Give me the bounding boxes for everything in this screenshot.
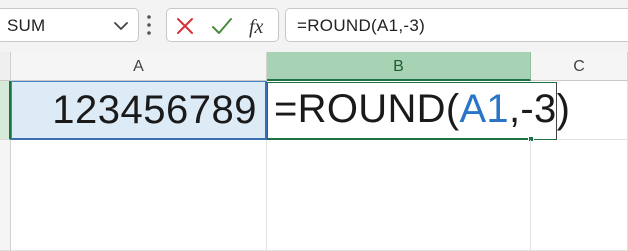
cell-b1-formula: =ROUND(A1,-3): [274, 87, 570, 132]
select-all-corner[interactable]: [0, 52, 11, 81]
cell-a2[interactable]: [11, 140, 267, 251]
column-header-a[interactable]: A: [11, 52, 267, 81]
cell-b2[interactable]: [267, 140, 531, 251]
formula-input[interactable]: =ROUND(A1,-3): [285, 8, 628, 42]
cell-b1-editor[interactable]: =ROUND(A1,-3): [267, 82, 570, 140]
cancel-icon[interactable]: [172, 13, 198, 39]
chevron-down-icon[interactable]: [111, 16, 131, 36]
svg-text:fx: fx: [249, 16, 264, 38]
cell-c2[interactable]: [531, 140, 628, 251]
row-header-2[interactable]: [0, 140, 11, 251]
formula-suffix: ,-3): [508, 87, 571, 131]
row-header-1[interactable]: [0, 81, 11, 140]
spreadsheet-grid: A B C 123456789 =ROUND(A1,-3): [0, 52, 628, 251]
checkmark-icon[interactable]: [209, 13, 235, 39]
name-box[interactable]: SUM: [0, 8, 139, 42]
formula-bar: SUM fx =ROUND(A1,-3): [0, 0, 628, 52]
name-box-value: SUM: [7, 16, 46, 35]
cell-a1-value: 123456789: [52, 88, 257, 132]
formula-buttons: fx: [166, 8, 279, 42]
more-options-icon[interactable]: [146, 14, 152, 36]
fx-icon[interactable]: fx: [247, 13, 273, 39]
column-header-b[interactable]: B: [267, 52, 531, 81]
cell-a1[interactable]: 123456789: [11, 81, 267, 140]
column-header-c[interactable]: C: [531, 52, 628, 81]
formula-text: =ROUND(A1,-3): [297, 16, 426, 35]
formula-prefix: =ROUND(: [274, 87, 460, 131]
formula-reference: A1: [459, 87, 509, 131]
